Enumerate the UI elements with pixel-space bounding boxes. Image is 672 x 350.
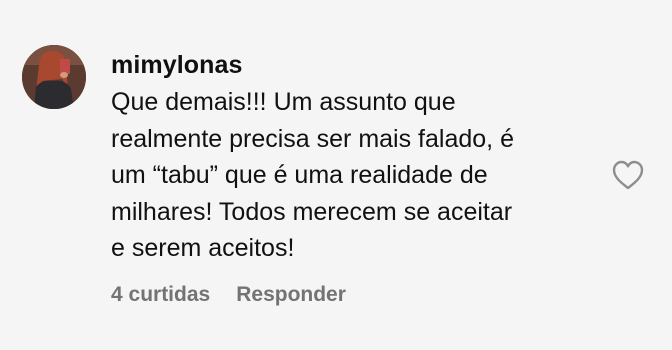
comment-text-line: Que demais!!! Um assunto que: [111, 88, 456, 116]
likes-count-link[interactable]: 4 curtidas: [111, 283, 210, 307]
comment-text-line: e serem aceitos!: [111, 234, 295, 262]
avatar[interactable]: [22, 45, 86, 109]
comment-text-line: milhares! Todos merecem se aceitar: [111, 197, 513, 226]
heart-outline-icon[interactable]: [611, 159, 645, 191]
comment-text-line: realmente precisa ser mais falado, é: [111, 124, 514, 153]
avatar-image: [22, 45, 86, 109]
comment-actions: 4 curtidas Responder: [111, 283, 346, 307]
comment-content: mimylonas Que demais!!! Um assunto que r…: [111, 48, 591, 267]
comment-username[interactable]: mimylonas: [111, 48, 591, 82]
comment-text: Que demais!!! Um assunto que realmente p…: [111, 84, 591, 267]
comment-text-line: um “tabu” que é uma realidade de: [111, 161, 488, 189]
reply-button[interactable]: Responder: [236, 283, 346, 307]
comment: mimylonas Que demais!!! Um assunto que r…: [0, 0, 672, 350]
